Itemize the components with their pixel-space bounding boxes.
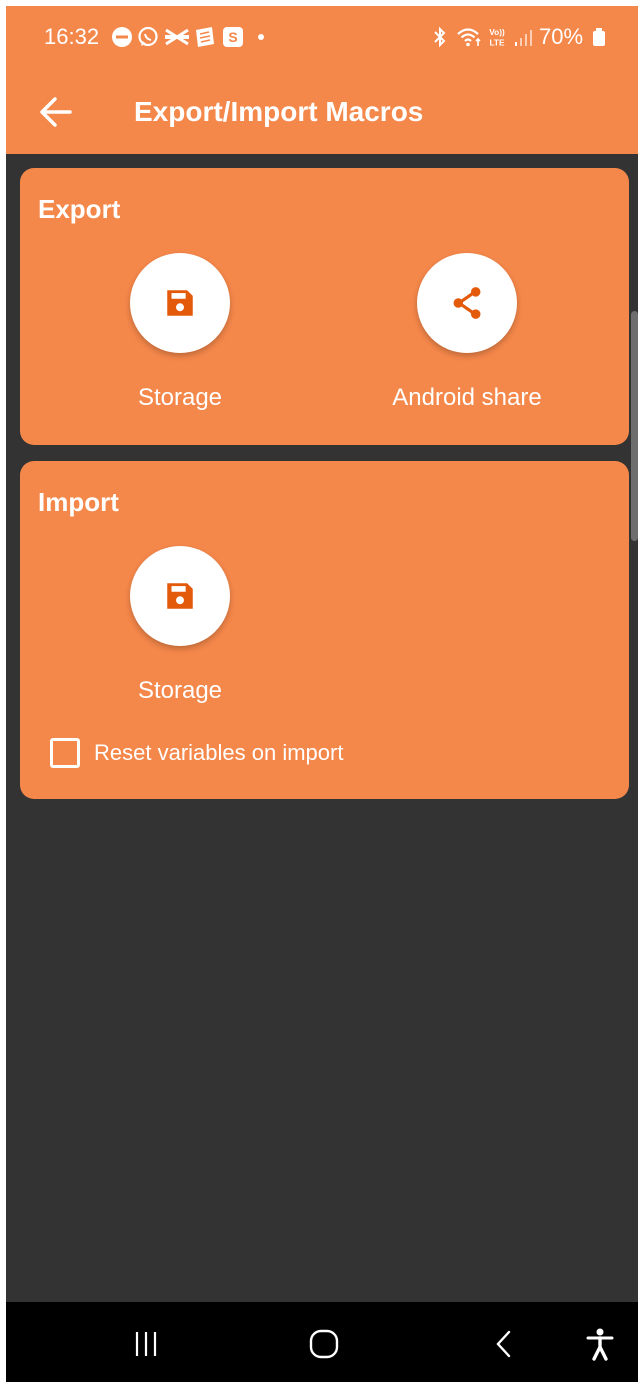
import-card: Import Storage Reset variables on import xyxy=(20,461,629,799)
toolbar: Export/Import Macros xyxy=(6,70,638,154)
recent-apps-icon xyxy=(135,1332,157,1356)
reset-variables-checkbox[interactable] xyxy=(50,738,80,768)
back-icon xyxy=(496,1330,511,1358)
export-card: Export Storage Android share xyxy=(20,168,629,445)
battery-percentage: 70% xyxy=(539,24,584,49)
news-icon xyxy=(196,27,214,47)
page-title: Export/Import Macros xyxy=(134,96,424,127)
floppy-disk-icon xyxy=(167,583,193,609)
whatsapp-icon xyxy=(138,26,158,47)
status-bar: 16:32 S Vo)) LTE 70% xyxy=(6,6,638,70)
bluetooth-icon xyxy=(434,26,446,48)
wifi-icon xyxy=(457,28,481,47)
back-arrow-icon xyxy=(40,97,72,127)
battery-icon xyxy=(593,28,605,46)
android-share-circle[interactable] xyxy=(417,253,517,353)
export-title: Export xyxy=(38,194,121,224)
import-storage-label: Storage xyxy=(137,677,223,704)
volte-icon: Vo)) LTE xyxy=(489,28,505,47)
recent-apps-button[interactable] xyxy=(124,1322,168,1366)
app-notification-icon xyxy=(165,28,189,46)
import-storage-circle[interactable] xyxy=(130,546,230,646)
reset-variables-label: Reset variables on import xyxy=(94,740,344,765)
floppy-disk-icon xyxy=(167,290,193,316)
scrollbar[interactable] xyxy=(631,311,638,541)
more-notifications-dot-icon xyxy=(258,34,264,40)
accessibility-icon xyxy=(586,1328,614,1361)
back-button[interactable] xyxy=(30,86,82,138)
home-icon xyxy=(309,1329,339,1359)
reset-variables-option[interactable]: Reset variables on import xyxy=(50,735,343,771)
home-button[interactable] xyxy=(302,1322,346,1366)
import-title: Import xyxy=(38,487,119,517)
signal-icon xyxy=(515,30,532,46)
nav-back-button[interactable] xyxy=(482,1322,526,1366)
export-storage-circle[interactable] xyxy=(130,253,230,353)
accessibility-button[interactable] xyxy=(578,1322,622,1366)
android-share-label: Android share xyxy=(392,384,542,411)
share-icon xyxy=(453,287,481,319)
svg-text:LTE: LTE xyxy=(490,38,505,47)
svg-text:S: S xyxy=(228,29,237,45)
svg-text:Vo)): Vo)) xyxy=(489,28,505,37)
export-storage-label: Storage xyxy=(137,384,223,411)
s-app-icon: S xyxy=(223,27,243,47)
do-not-disturb-icon xyxy=(112,27,132,47)
app-screen: 16:32 S Vo)) LTE 70% Export/Import Macro… xyxy=(6,6,638,1382)
status-time: 16:32 xyxy=(44,24,100,49)
navigation-bar xyxy=(6,1302,638,1382)
